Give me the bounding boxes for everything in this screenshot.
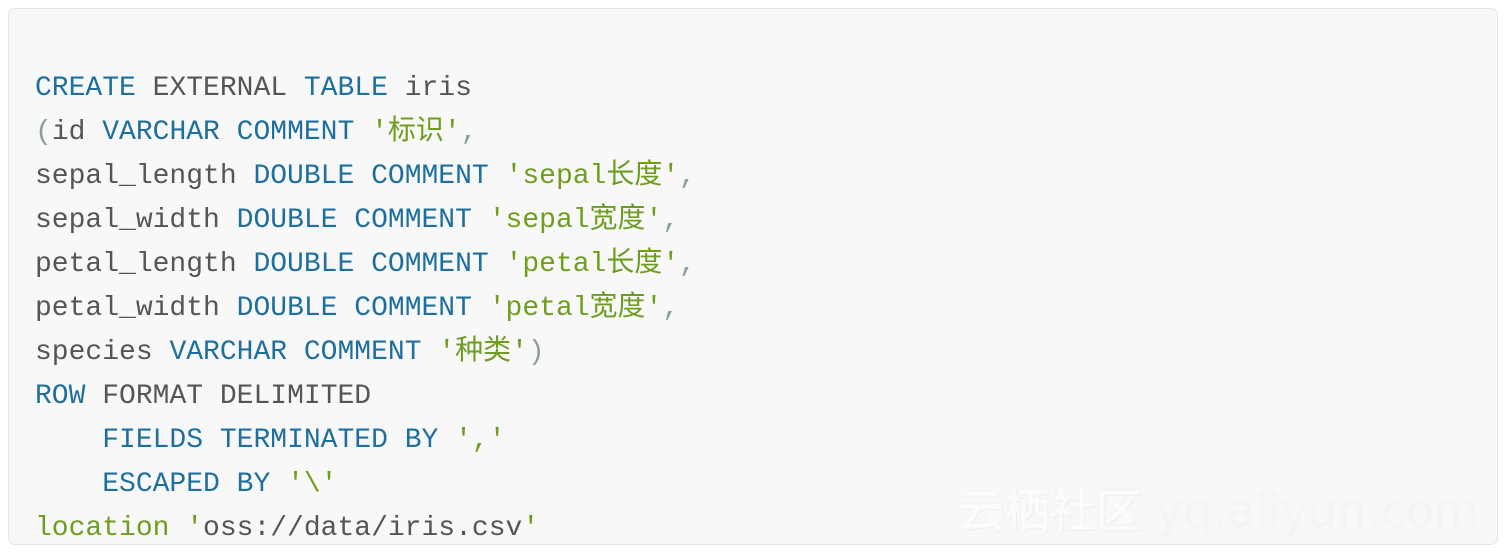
- code-token-kw: FIELDS: [102, 425, 204, 456]
- code-line: petal_width DOUBLE COMMENT 'petal宽度',: [35, 287, 1497, 331]
- code-line: petal_length DOUBLE COMMENT 'petal长度',: [35, 243, 1497, 287]
- code-token-str: ': [522, 513, 540, 544]
- code-token-id: oss://data/iris.csv: [203, 513, 523, 544]
- code-block-card: CREATE EXTERNAL TABLE iris (id VARCHAR CO…: [8, 8, 1498, 545]
- code-token-kw: ESCAPED: [102, 469, 220, 500]
- code-token-id: id: [51, 117, 86, 148]
- code-token-id: species: [35, 337, 153, 368]
- code-token-kw: VARCHAR: [169, 337, 288, 368]
- code-token-id: DELIMITED: [219, 381, 372, 412]
- code-token-kw: COMMENT: [303, 337, 422, 368]
- code-token-punc: ,: [679, 249, 696, 280]
- code-line: sepal_width DOUBLE COMMENT 'sepal宽度',: [35, 199, 1497, 243]
- code-token-punc: ,: [662, 293, 680, 324]
- code-token-kw: DOUBLE: [236, 205, 338, 236]
- code-token-kw: DOUBLE: [236, 293, 338, 324]
- code-line: FIELDS TERMINATED BY ',': [35, 419, 1497, 463]
- code-token-kw: COMMENT: [354, 205, 472, 236]
- code-token-kw: COMMENT: [371, 249, 489, 280]
- code-token-str: 'petal宽度': [488, 293, 663, 324]
- code-token-kw: TERMINATED: [219, 425, 388, 456]
- code-token-kw: DOUBLE: [253, 249, 355, 280]
- code-token-id: petal_width: [35, 293, 220, 324]
- code-line: sepal_length DOUBLE COMMENT 'sepal长度',: [35, 155, 1497, 199]
- code-token-kw: BY: [404, 425, 439, 456]
- code-token-str: '标识': [371, 117, 461, 148]
- code-line: location 'oss://data/iris.csv': [35, 507, 1497, 544]
- sql-code-block[interactable]: CREATE EXTERNAL TABLE iris (id VARCHAR CO…: [35, 67, 1497, 544]
- code-line: (id VARCHAR COMMENT '标识',: [35, 111, 1497, 155]
- code-token-kw: VARCHAR: [102, 117, 220, 148]
- code-token-id: FORMAT: [102, 381, 204, 412]
- code-token-kw: BY: [236, 469, 271, 500]
- code-token-id: EXTERNAL: [152, 73, 288, 104]
- code-token-punc: ): [527, 337, 545, 368]
- code-token-punc: (: [35, 117, 52, 148]
- code-token-id: petal_length: [35, 249, 237, 280]
- code-token-kw: TABLE: [303, 73, 388, 104]
- code-token-str: ',': [455, 425, 506, 456]
- code-token-id: sepal_width: [35, 205, 220, 236]
- code-token-kw: DOUBLE: [253, 161, 355, 192]
- code-token-kw: CREATE: [35, 73, 136, 104]
- code-token-punc: ,: [662, 205, 680, 236]
- code-token-id: sepal_length: [35, 161, 237, 192]
- code-token-name: location: [35, 513, 170, 544]
- code-line: ROW FORMAT DELIMITED: [35, 375, 1497, 419]
- code-line: CREATE EXTERNAL TABLE iris: [35, 67, 1497, 111]
- code-token-kw: ROW: [35, 381, 86, 412]
- code-token-punc: ,: [460, 117, 478, 148]
- code-token-str: 'petal长度': [505, 249, 680, 280]
- code-line: ESCAPED BY '\': [35, 463, 1497, 507]
- code-token-str: 'sepal长度': [505, 161, 680, 192]
- code-token-str: 'sepal宽度': [488, 205, 663, 236]
- code-token-id: iris: [404, 73, 472, 104]
- code-token-kw: COMMENT: [236, 117, 355, 148]
- code-token-kw: COMMENT: [354, 293, 472, 324]
- code-token-punc: ,: [679, 161, 696, 192]
- code-line: species VARCHAR COMMENT '种类'): [35, 331, 1497, 375]
- code-token-str: '种类': [438, 337, 528, 368]
- code-token-kw: COMMENT: [371, 161, 489, 192]
- code-token-str: '\': [287, 469, 338, 500]
- code-token-str: ': [186, 513, 204, 544]
